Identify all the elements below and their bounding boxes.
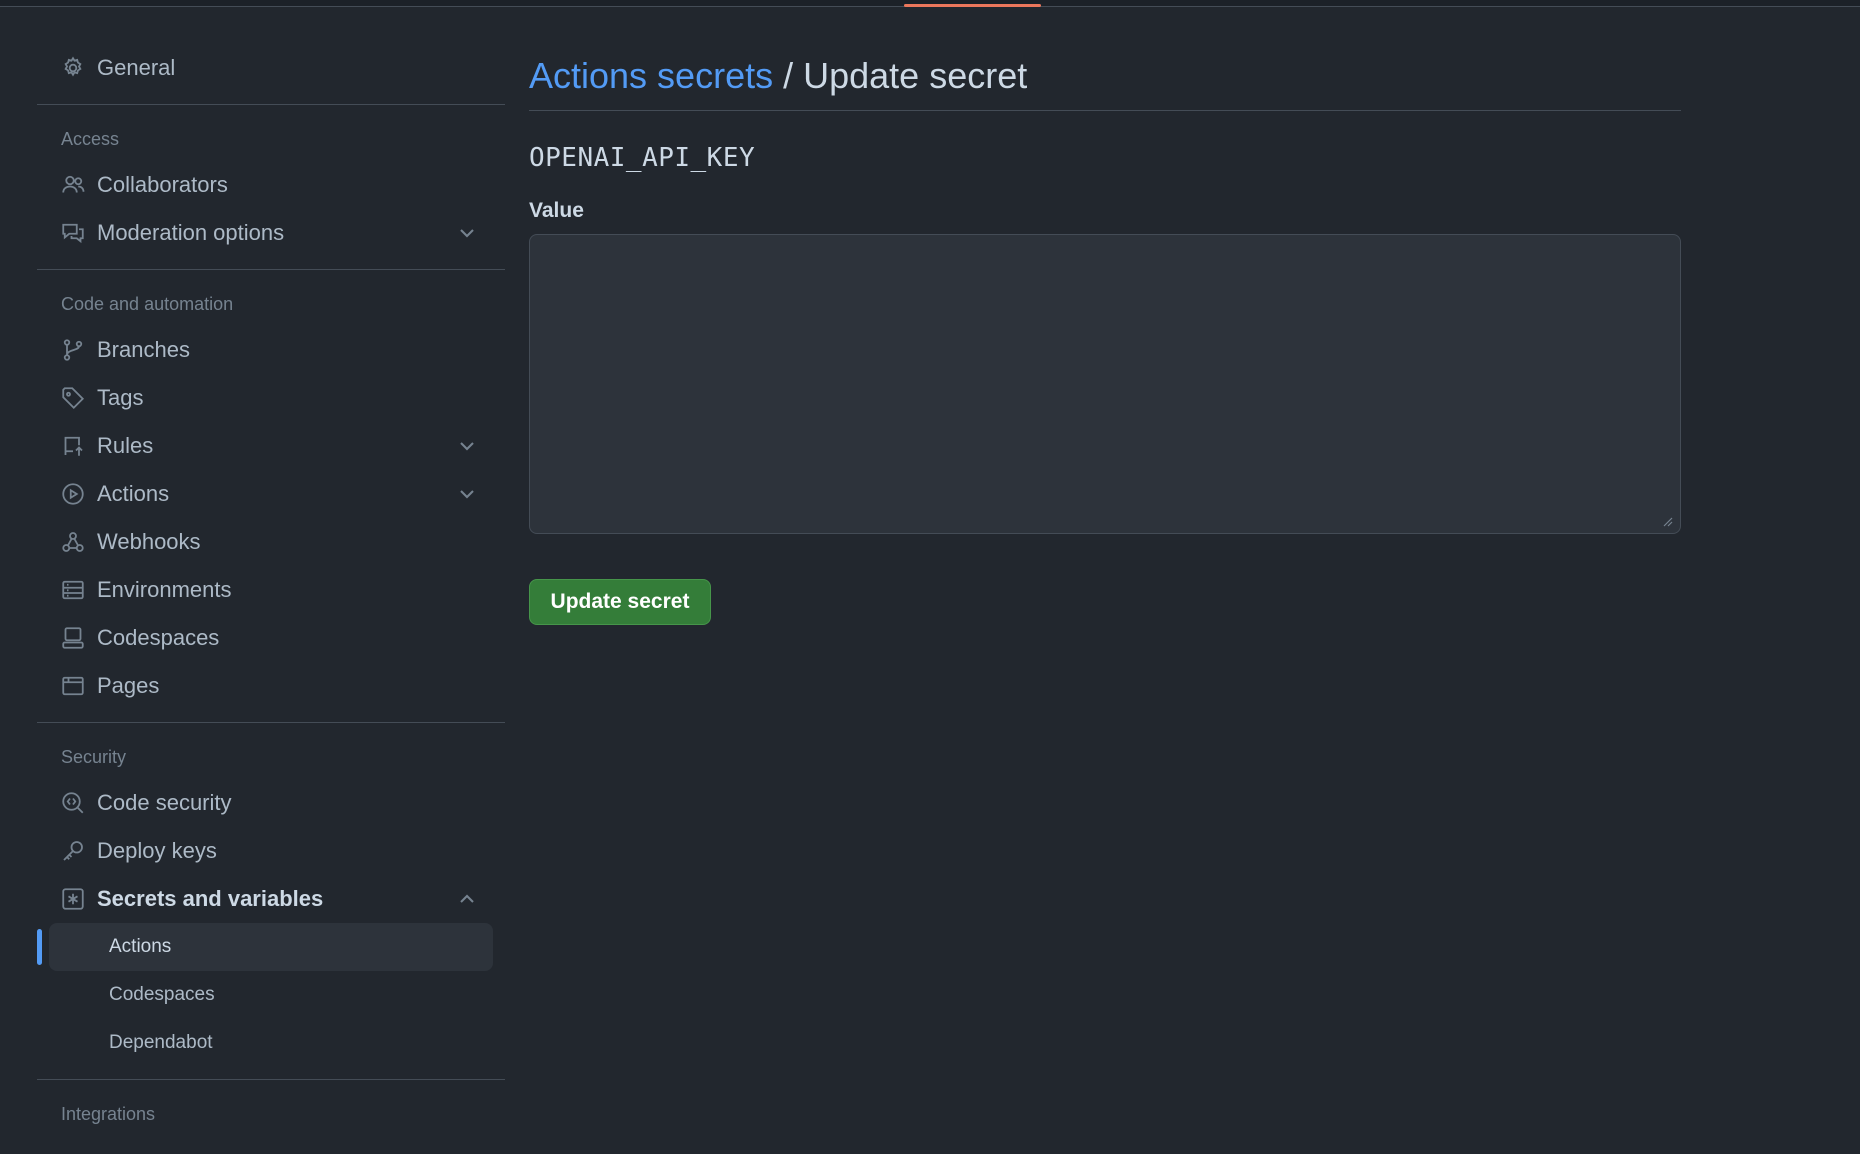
divider — [37, 1079, 505, 1080]
divider — [37, 722, 505, 723]
sidebar-subitem-actions[interactable]: Actions — [37, 923, 493, 971]
sidebar-item-branches[interactable]: Branches — [37, 326, 505, 374]
sidebar-item-collaborators[interactable]: Collaborators — [37, 161, 505, 209]
sidebar-item-label: Webhooks — [97, 529, 201, 554]
server-icon — [61, 578, 85, 602]
divider — [37, 104, 505, 105]
sidebar-item-label: Collaborators — [97, 172, 228, 197]
value-field-wrapper — [529, 234, 1681, 534]
value-label: Value — [529, 199, 584, 222]
sidebar-item-label: Tags — [97, 385, 144, 410]
active-tab-indicator — [904, 4, 1041, 7]
gear-icon — [61, 56, 85, 80]
sidebar-item-rules[interactable]: Rules — [37, 422, 505, 470]
section-label-integrations: Integrations — [61, 1103, 156, 1124]
tag-icon — [61, 386, 85, 410]
sidebar-item-label: Actions — [97, 481, 170, 506]
sidebar-item-label: Environments — [97, 577, 232, 602]
chevron-down-icon[interactable] — [455, 221, 479, 245]
sidebar-item-tags[interactable]: Tags — [37, 374, 505, 422]
sidebar-item-label: Rules — [97, 433, 154, 458]
sidebar-item-label: Codespaces — [97, 625, 220, 650]
sidebar-item-secrets-variables[interactable]: Secrets and variables — [37, 875, 505, 923]
breadcrumb-link-actions-secrets[interactable]: Actions secrets — [529, 55, 773, 97]
play-icon — [61, 482, 85, 506]
sidebar-item-label: Deploy keys — [97, 838, 217, 863]
people-icon — [61, 173, 85, 197]
sidebar-item-label: Code security — [97, 790, 232, 815]
page-title: Actions secrets / Update secret — [529, 48, 1681, 111]
key-icon — [61, 839, 85, 863]
section-label-access: Access — [61, 128, 120, 149]
sidebar-item-code-security[interactable]: Code security — [37, 779, 505, 827]
sidebar-item-label: Pages — [97, 673, 160, 698]
sidebar-subitem-codespaces[interactable]: Codespaces — [49, 971, 493, 1019]
codescan-icon — [61, 791, 85, 815]
secret-name: OPENAI_API_KEY — [529, 143, 756, 173]
sidebar-item-webhooks[interactable]: Webhooks — [37, 518, 505, 566]
sidebar-item-environments[interactable]: Environments — [37, 566, 505, 614]
webhook-icon — [61, 530, 85, 554]
sidebar-item-actions[interactable]: Actions — [37, 470, 505, 518]
breadcrumb-separator: / — [783, 55, 794, 96]
repo-push-icon — [61, 434, 85, 458]
browser-icon — [61, 674, 85, 698]
divider — [37, 269, 505, 270]
settings-sidebar: General Access Collaborators Moderation … — [37, 44, 505, 1136]
main-content: Actions secrets / Update secret OPENAI_A… — [529, 48, 1681, 625]
sidebar-item-label: Secrets and variables — [97, 886, 324, 911]
chevron-down-icon[interactable] — [455, 482, 479, 506]
asterisk-icon — [61, 887, 85, 911]
sidebar-item-moderation[interactable]: Moderation options — [37, 209, 505, 257]
sidebar-item-label: Moderation options — [97, 220, 285, 245]
codespaces-icon — [61, 626, 85, 650]
top-bar — [0, 0, 1860, 7]
chevron-up-icon[interactable] — [455, 887, 479, 911]
update-secret-button[interactable]: Update secret — [529, 579, 711, 625]
chevron-down-icon[interactable] — [455, 434, 479, 458]
comment-discussion-icon — [61, 221, 85, 245]
resize-handle-icon[interactable] — [1661, 514, 1673, 527]
git-branch-icon — [61, 338, 85, 362]
sidebar-subitem-dependabot[interactable]: Dependabot — [49, 1019, 493, 1067]
section-label-security: Security — [61, 746, 127, 767]
sidebar-item-label: Branches — [97, 337, 190, 362]
sidebar-item-pages[interactable]: Pages — [37, 662, 505, 710]
section-label-code-automation: Code and automation — [61, 293, 234, 314]
sidebar-item-general[interactable]: General — [37, 44, 505, 92]
secret-value-input[interactable] — [529, 234, 1681, 534]
sidebar-item-label: General — [97, 55, 176, 80]
sidebar-item-deploy-keys[interactable]: Deploy keys — [37, 827, 505, 875]
sidebar-item-codespaces[interactable]: Codespaces — [37, 614, 505, 662]
breadcrumb-current: Update secret — [803, 55, 1028, 96]
